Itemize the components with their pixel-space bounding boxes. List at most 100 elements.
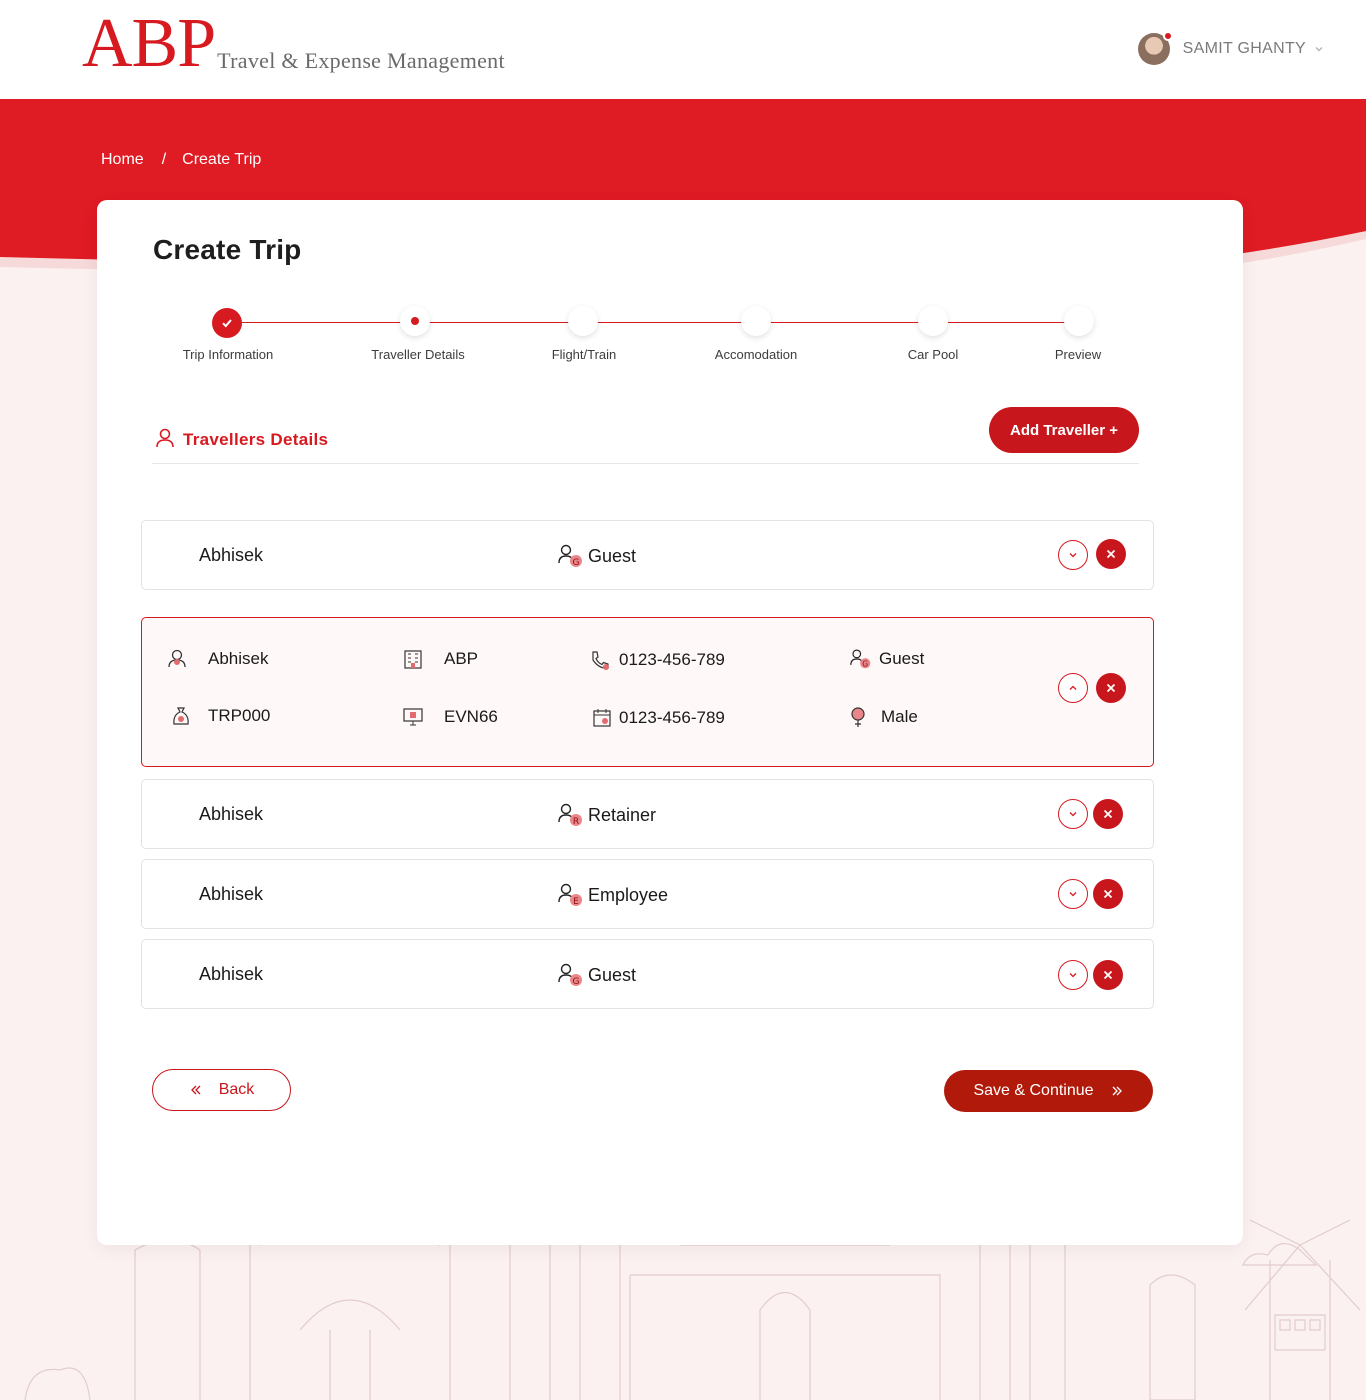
traveller-type-detail: G Guest [847,648,924,670]
user-menu[interactable]: SAMIT GHANTY [1137,31,1324,65]
back-label: Back [218,1081,255,1098]
close-icon [1103,809,1113,819]
svg-text:G: G [573,558,580,568]
close-icon [1106,683,1116,693]
breadcrumb-separator: / [161,151,167,168]
traveller-type-label: Guest [879,649,925,668]
page-title: Create Trip [153,234,302,265]
step-dot-car-pool[interactable] [918,306,948,336]
company-detail: ABP [402,648,478,670]
remove-traveller-button[interactable] [1096,673,1126,703]
traveller-name: Abhisek [208,649,269,668]
svg-text:G: G [862,660,868,669]
traveller-name: Abhisek [199,884,264,904]
svg-text:R: R [573,817,579,827]
avatar [1137,31,1173,65]
guest-user-icon: G [850,649,871,669]
user-name: SAMIT GHANTY [1182,40,1306,57]
gender-value: Male [881,707,918,726]
traveller-name: Abhisek [199,964,264,984]
traveller-row[interactable]: Abhisek G Guest [141,939,1154,1009]
remove-traveller-button[interactable] [1093,879,1123,909]
logo-mark: ABP [82,5,216,82]
expand-button[interactable] [1058,799,1088,829]
step-label-trip-information: Trip Information [182,347,274,362]
employee-code-value: TRP000 [208,706,271,725]
expand-button[interactable] [1058,879,1088,909]
double-chevron-left-icon [190,1085,201,1095]
svg-text:G: G [573,977,580,987]
chevron-up-icon [1069,685,1077,690]
female-icon [851,707,865,727]
phone-icon [592,651,609,670]
check-icon [222,319,232,328]
remove-traveller-button[interactable] [1093,960,1123,990]
app-logo[interactable]: ABP Travel & Expense Management [82,5,505,82]
save-continue-button[interactable]: Save & Continue [944,1070,1153,1112]
step-dot-preview[interactable] [1064,306,1094,336]
date-detail: 0123-456-789 [591,707,725,729]
event-code-value: EVN66 [444,707,498,726]
logo-text: Travel & Expense Management [217,48,505,73]
add-traveller-button[interactable]: Add Traveller + [989,407,1139,453]
traveller-type: G Guest [557,543,636,569]
phone-value: 0123-456-789 [619,650,725,669]
step-label-accomodation: Accomodation [714,347,798,362]
traveller-name-detail: Abhisek [166,648,268,670]
employee-code-detail: TRP000 [170,705,270,727]
step-label-preview: Preview [1054,347,1102,362]
building-icon [404,650,422,669]
trip-stepper: Trip Information Traveller Details Fligh… [97,305,1243,375]
breadcrumb: Home / Create Trip [101,151,261,169]
double-chevron-right-icon [1112,1086,1122,1096]
create-trip-card: Create Trip Trip Information Traveller D… [97,200,1243,1245]
calendar-icon [593,709,611,727]
remove-traveller-button[interactable] [1093,799,1123,829]
step-label-car-pool: Car Pool [907,347,959,362]
company-value: ABP [444,649,479,668]
remove-traveller-button[interactable] [1096,539,1126,569]
traveller-row[interactable]: Abhisek G Guest [141,520,1154,590]
step-dot-accomodation[interactable] [741,306,771,336]
notification-dot [1162,31,1173,41]
traveller-row[interactable]: Abhisek R Retainer [141,779,1154,849]
step-label-flight-train: Flight/Train [551,347,617,362]
traveller-type-label: Guest [588,545,637,566]
traveller-type-label: Retainer [588,804,657,825]
guest-user-icon: G [558,544,582,568]
guest-user-icon: G [558,963,582,987]
traveller-name: Abhisek [199,804,264,824]
money-bag-icon [173,707,189,725]
traveller-row[interactable]: Abhisek E Employee [141,859,1154,929]
chevron-down-icon [1069,553,1077,558]
top-header: ABP Travel & Expense Management SAMIT GH… [0,0,1366,99]
step-label-traveller-details: Traveller Details [371,347,465,362]
svg-text:E: E [573,897,579,907]
traveller-type: R Retainer [557,802,656,828]
gender-detail: Male [847,706,918,728]
date-value: 0123-456-789 [619,708,725,727]
chevron-down-icon [1069,892,1077,897]
expand-button[interactable] [1058,540,1088,570]
back-button[interactable]: Back [152,1069,291,1111]
close-icon [1103,889,1113,899]
traveller-name: Abhisek [199,545,264,565]
traveller-type: G Guest [557,962,636,988]
breadcrumb-home[interactable]: Home [101,151,144,169]
phone-detail: 0123-456-789 [589,649,725,671]
breadcrumb-current: Create Trip [182,151,262,168]
section-title: Travellers Details [183,430,329,449]
collapse-button[interactable] [1058,673,1088,703]
user-icon [168,649,186,668]
expand-button[interactable] [1058,960,1088,990]
monitor-icon [403,708,423,726]
traveller-row-expanded[interactable]: Abhisek ABP 0123-456-789 G Guest TRP000 … [141,617,1154,767]
step-dot-flight-train[interactable] [568,306,598,336]
step-dot-trip-information[interactable] [212,308,242,338]
save-label: Save & Continue [973,1082,1094,1099]
employee-user-icon: E [558,883,582,907]
travellers-section-header: Travellers Details Add Traveller + [152,407,1139,464]
close-icon [1106,549,1116,559]
event-code-detail: EVN66 [402,706,498,728]
step-dot-traveller-details[interactable] [400,306,430,336]
